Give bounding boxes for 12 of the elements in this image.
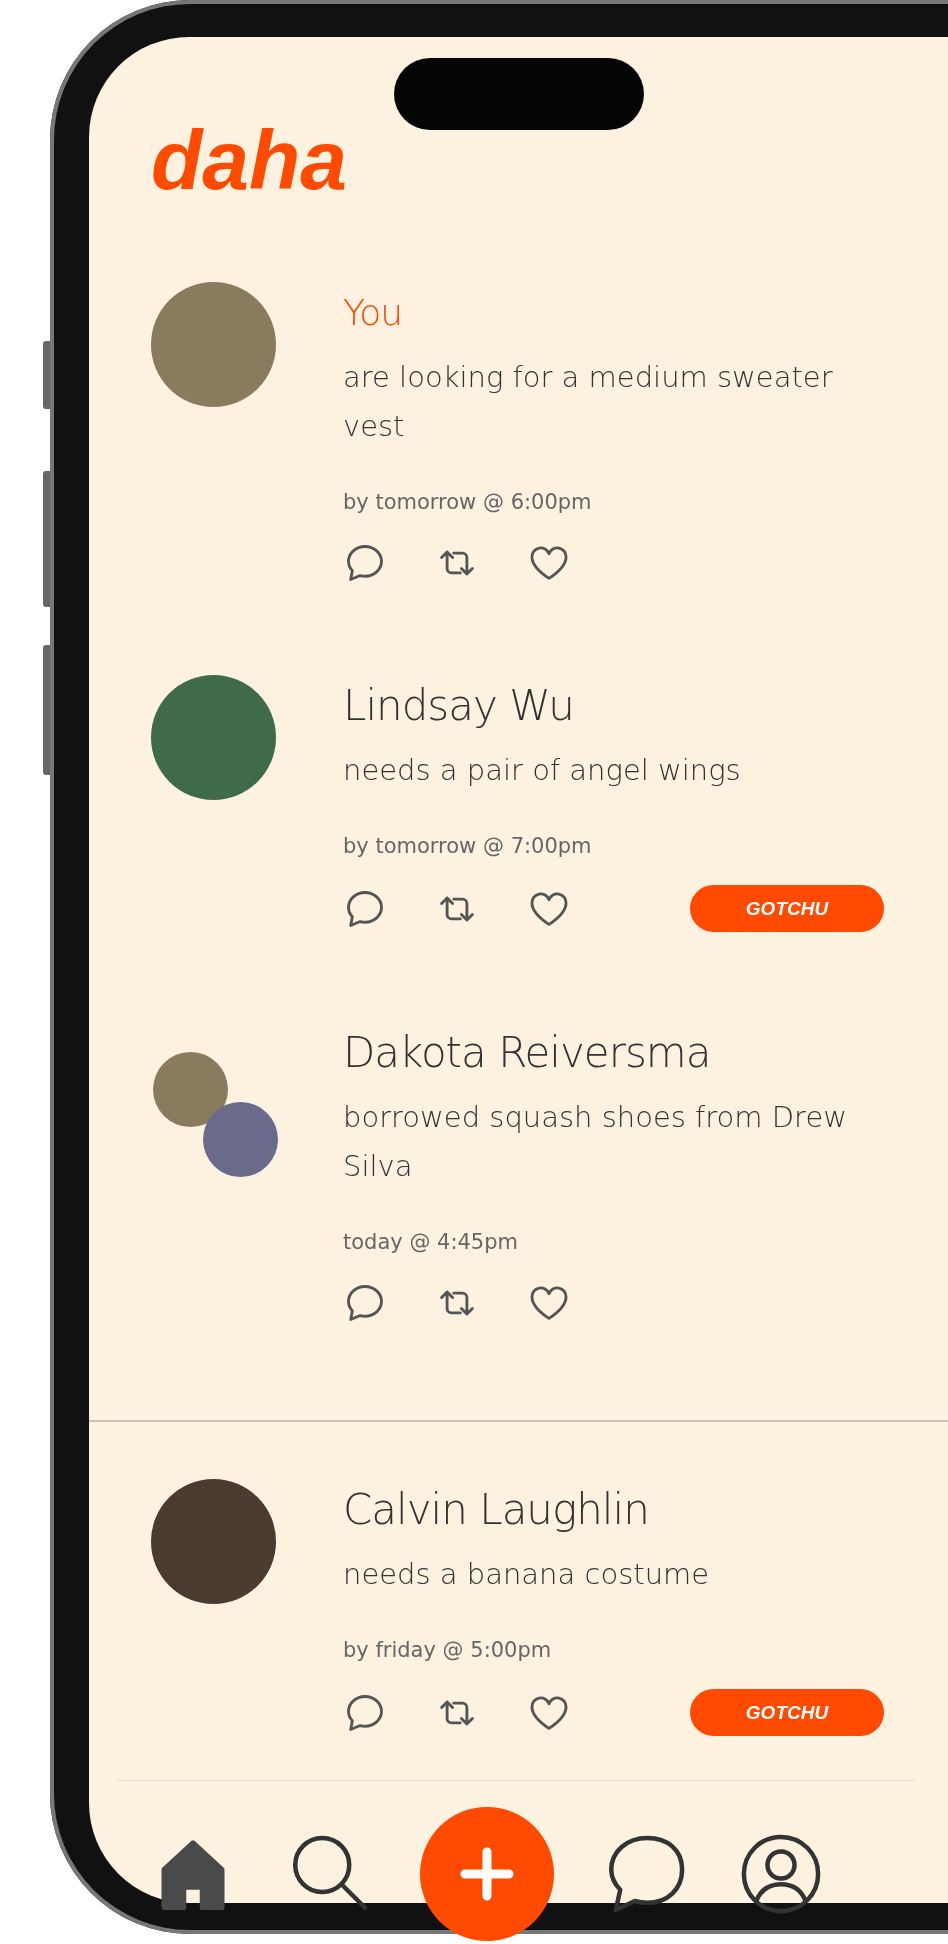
post-time: by friday @ 5:00pm xyxy=(343,1637,553,1664)
user-name[interactable]: Calvin Laughlin xyxy=(343,1484,884,1536)
post-text: are looking for a medium sweater vest xyxy=(343,359,834,445)
user-name[interactable]: Dakota Reiversma xyxy=(343,1027,884,1079)
post-time: by tomorrow @ 7:00pm xyxy=(343,833,593,860)
post-text: borrowed squash shoes from Drew Silva xyxy=(343,1099,848,1185)
post-time: today @ 4:45pm xyxy=(343,1229,519,1256)
post-text: needs a banana costume xyxy=(343,1556,711,1593)
post-text: needs a pair of angel wings xyxy=(343,752,742,789)
app-logo: daha xyxy=(151,115,348,205)
user-name[interactable]: Lindsay Wu xyxy=(343,680,884,732)
post-time: by tomorrow @ 6:00pm xyxy=(343,489,593,516)
